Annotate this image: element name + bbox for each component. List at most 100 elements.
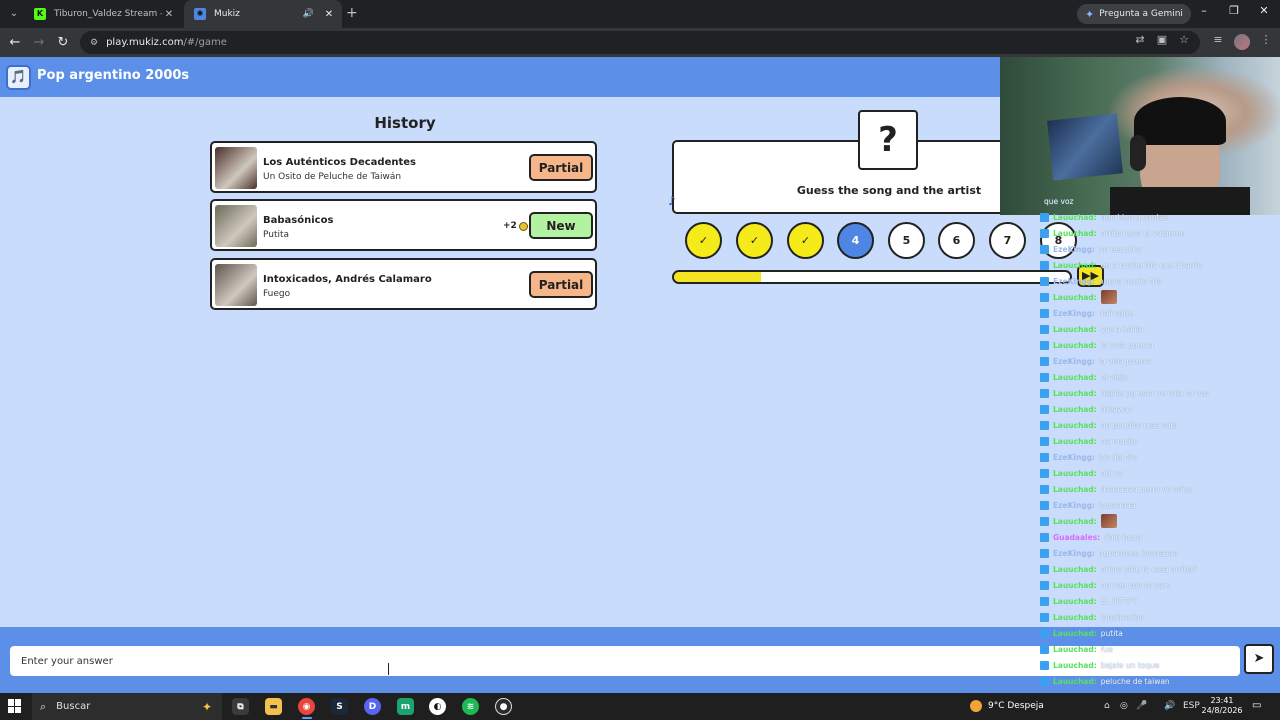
- chat-username[interactable]: Lauuchad:: [1053, 421, 1097, 430]
- chat-text: bajale un toque: [1100, 660, 1160, 670]
- kick-badge-icon: [1040, 452, 1049, 462]
- chat-username[interactable]: Lauuchad:: [1053, 325, 1097, 334]
- site-info-icon[interactable]: ⚙: [90, 38, 98, 48]
- task-view-icon[interactable]: ⧉: [232, 698, 249, 715]
- chat-username[interactable]: Lauuchad:: [1053, 213, 1097, 222]
- address-toolbar: ← → ↻ ⚙ play.mukiz.com /#/game ⇄ ▣ ☆ ≡ ⋮: [0, 28, 1280, 57]
- chat-username[interactable]: Lauuchad:: [1053, 485, 1097, 494]
- kick-badge-icon: [1040, 628, 1049, 638]
- tab-search-chevron-icon[interactable]: ⌄: [6, 6, 22, 22]
- chat-username[interactable]: Lauuchad:: [1053, 613, 1097, 622]
- chat-username[interactable]: Lauuchad:: [1053, 677, 1097, 686]
- chat-username[interactable]: EzeKingg:: [1053, 357, 1095, 366]
- weather-widget[interactable]: 9°C Despeja: [970, 700, 1044, 712]
- close-window-button[interactable]: ✕: [1254, 4, 1274, 17]
- steam-icon[interactable]: S: [331, 698, 348, 715]
- playback-progress-bar[interactable]: [672, 270, 1072, 284]
- chat-text: daaaaaaa perro vo sabe: [1100, 484, 1192, 494]
- chat-username[interactable]: Lauuchad:: [1053, 597, 1097, 606]
- kick-badge-icon: [1040, 644, 1049, 654]
- kick-badge-icon: [1040, 516, 1049, 526]
- taskbar-search[interactable]: ⌕ Buscar ✦: [32, 693, 222, 720]
- url-bar[interactable]: ⚙ play.mukiz.com /#/game: [80, 31, 1200, 54]
- chat-text: bajale pq esta ve baja tu voz: [1100, 388, 1210, 398]
- chat-message: Lauuchad: bajale pq esta ve baja tu voz: [1040, 387, 1209, 399]
- chat-username[interactable]: Lauuchad:: [1053, 469, 1097, 478]
- input-language[interactable]: ESP: [1183, 701, 1200, 711]
- chat-text: ahi va: [1100, 468, 1124, 478]
- microphone-icon[interactable]: 🎤: [1136, 701, 1147, 711]
- chat-username[interactable]: EzeKingg:: [1053, 453, 1095, 462]
- chat-username[interactable]: Lauuchad:: [1053, 517, 1097, 526]
- volume-icon[interactable]: 🔊: [1164, 701, 1175, 711]
- chat-text: nueva noche fria: [1099, 276, 1163, 286]
- chat-message: EzeKingg: dali sabe: [1040, 307, 1133, 319]
- chat-username[interactable]: Lauuchad:: [1053, 341, 1097, 350]
- tab-kick-stream[interactable]: K Tiburon_Valdez Stream - Watch ✕: [24, 0, 182, 28]
- send-answer-button[interactable]: ➤: [1244, 644, 1274, 674]
- chat-username[interactable]: Guadaales:: [1053, 533, 1100, 542]
- bookmark-star-icon[interactable]: ☆: [1176, 33, 1192, 46]
- translate-icon[interactable]: ⇄: [1132, 33, 1148, 46]
- chat-username[interactable]: EzeKingg:: [1053, 549, 1095, 558]
- network-icon[interactable]: ⌂: [1104, 701, 1110, 711]
- taskbar-clock[interactable]: 23:41 24/8/2026: [1200, 696, 1244, 716]
- chat-message: Guadaales: dale bopo: [1040, 531, 1141, 543]
- new-tab-button[interactable]: +: [346, 6, 358, 20]
- chat-username[interactable]: Lauuchad:: [1053, 437, 1097, 446]
- chat-username[interactable]: Lauuchad:: [1053, 629, 1097, 638]
- minimize-window-button[interactable]: –: [1194, 4, 1214, 17]
- chat-message: EzeKingg: la vela puerca: [1040, 355, 1152, 367]
- cast-icon[interactable]: ▣: [1154, 33, 1170, 46]
- ask-gemini-button[interactable]: ✦ Pregunta a Gemini: [1077, 4, 1191, 24]
- notifications-icon[interactable]: ▭: [1252, 700, 1261, 711]
- chrome-icon[interactable]: ◉: [298, 698, 315, 715]
- chat-text: que voz: [1044, 196, 1074, 206]
- reload-icon[interactable]: ↻: [54, 34, 72, 52]
- chat-username[interactable]: Lauuchad:: [1053, 581, 1097, 590]
- chat-username[interactable]: Lauuchad:: [1053, 645, 1097, 654]
- restore-window-button[interactable]: ❐: [1224, 4, 1244, 17]
- kick-badge-icon: [1040, 468, 1049, 478]
- chat-username[interactable]: EzeKingg:: [1053, 277, 1095, 286]
- chat-username[interactable]: Lauuchad:: [1053, 261, 1097, 270]
- chat-username[interactable]: EzeKingg:: [1053, 501, 1095, 510]
- tab-title: Mukiz: [214, 9, 240, 19]
- chat-username[interactable]: Lauuchad:: [1053, 373, 1097, 382]
- kick-badge-icon: [1040, 308, 1049, 318]
- speaker-icon[interactable]: 🔊: [303, 9, 314, 19]
- active-app-indicator: [302, 717, 312, 719]
- close-tab-icon[interactable]: ✕: [322, 9, 336, 20]
- chat-text: los del fos: [1099, 452, 1137, 462]
- windows-start-icon[interactable]: [8, 699, 22, 713]
- url-path: /#/game: [183, 37, 227, 48]
- chat-username[interactable]: Lauuchad:: [1053, 405, 1097, 414]
- spotify-icon[interactable]: ≋: [462, 698, 479, 715]
- chat-username[interactable]: Lauuchad:: [1053, 229, 1097, 238]
- chat-username[interactable]: EzeKingg:: [1053, 309, 1095, 318]
- mystery-song-box: ?: [858, 110, 918, 170]
- discord-icon[interactable]: D: [364, 698, 381, 715]
- m-app-icon[interactable]: m: [397, 698, 414, 715]
- playlist-logo-icon[interactable]: 🎵: [6, 65, 31, 90]
- obs-icon[interactable]: ◐: [429, 698, 446, 715]
- recording-app-icon[interactable]: ●: [495, 698, 512, 715]
- profile-avatar[interactable]: [1234, 34, 1250, 50]
- chat-message: Lauuchad: no veo con tu cam: [1040, 579, 1170, 591]
- tab-mukiz[interactable]: ✺ Mukiz 🔊 ✕: [184, 0, 342, 28]
- file-explorer-icon[interactable]: ▬: [265, 698, 282, 715]
- chrome-menu-icon[interactable]: ⋮: [1258, 33, 1274, 46]
- chat-username[interactable]: Lauuchad:: [1053, 389, 1097, 398]
- chat-message: EzeKingg: nueva noche fria: [1040, 275, 1162, 287]
- forward-icon[interactable]: →: [30, 34, 48, 52]
- tab-title: Tiburon_Valdez Stream - Watch: [54, 9, 162, 19]
- chat-username[interactable]: Lauuchad:: [1053, 293, 1097, 302]
- close-tab-icon[interactable]: ✕: [162, 9, 176, 20]
- media-controls-icon[interactable]: ≡: [1210, 33, 1226, 46]
- chat-username[interactable]: Lauuchad:: [1053, 661, 1097, 670]
- chat-username[interactable]: Lauuchad:: [1053, 565, 1097, 574]
- chat-text: un poquito mas subi: [1100, 420, 1178, 430]
- chat-username[interactable]: EzeKingg:: [1053, 245, 1095, 254]
- tray-app-icon[interactable]: ◎: [1120, 701, 1128, 711]
- back-icon[interactable]: ←: [6, 34, 24, 52]
